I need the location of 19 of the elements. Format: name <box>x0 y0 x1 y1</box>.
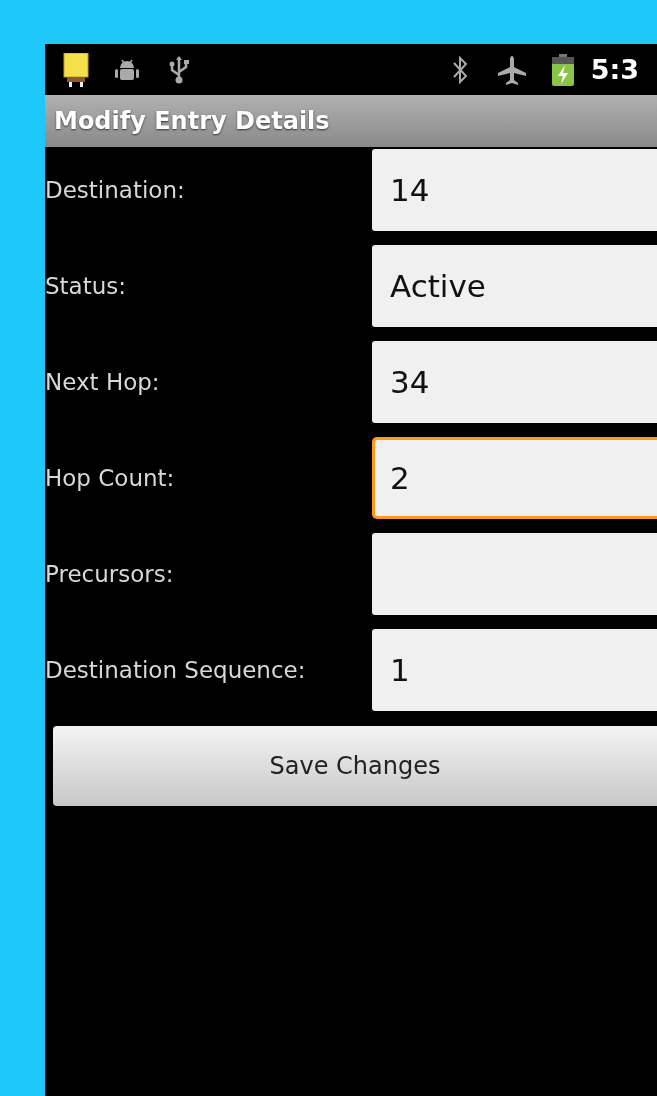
text-input-field[interactable]: 14 <box>372 149 657 231</box>
field-label: Destination: <box>45 175 186 205</box>
field-label: Precursors: <box>45 559 175 589</box>
airplane-icon <box>496 54 527 85</box>
field-label: Next Hop: <box>45 367 161 397</box>
field-label: Status: <box>45 271 128 301</box>
text-input-field[interactable]: 1 <box>372 629 657 711</box>
usb-icon <box>167 54 191 85</box>
field-label: Hop Count: <box>45 463 176 493</box>
field-label: Destination Sequence: <box>45 655 307 685</box>
app-icon <box>63 52 89 87</box>
text-input-field[interactable]: 2 <box>372 437 657 519</box>
text-input-field[interactable]: Active <box>372 245 657 327</box>
save-changes-button[interactable]: Save Changes <box>53 726 657 806</box>
clock-time: 5:3 <box>590 56 639 83</box>
bluetooth-icon <box>450 54 469 85</box>
text-input-field[interactable] <box>372 533 657 615</box>
screen-title: Modify Entry Details <box>54 106 330 137</box>
text-input-field[interactable]: 34 <box>372 341 657 423</box>
